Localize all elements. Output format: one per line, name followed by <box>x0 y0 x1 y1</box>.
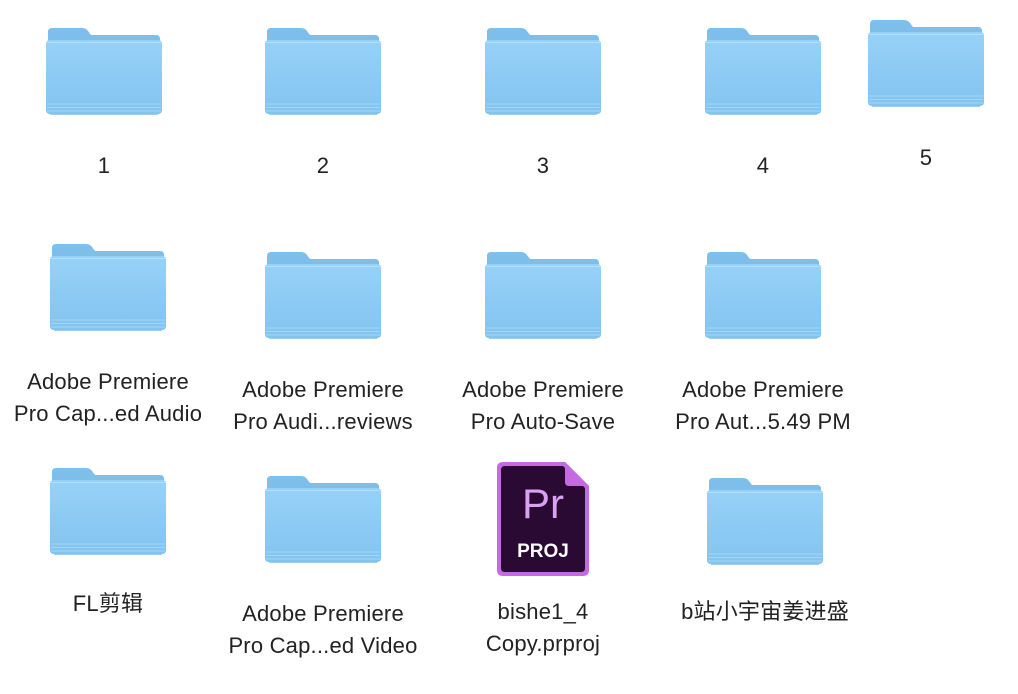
folder-item-auto-save[interactable]: Adobe Premiere Pro Auto-Save <box>433 246 653 446</box>
folder-icon <box>263 22 383 118</box>
file-label: bishe1_4 Copy.prproj <box>485 599 601 656</box>
folder-icon <box>263 246 383 342</box>
folder-label: FL剪辑 <box>72 591 144 616</box>
folder-label: 1 <box>97 153 111 178</box>
folder-label: Adobe Premiere Pro Cap...ed Audio <box>13 369 203 426</box>
folder-label: 5 <box>919 145 933 170</box>
premiere-badge-text: Pr <box>522 480 564 527</box>
folder-item-1[interactable]: 1 <box>0 22 214 192</box>
folder-icon <box>48 462 168 558</box>
folder-item-xiaoyuzhou[interactable]: b站小宇宙姜进盛 <box>655 472 875 642</box>
folder-label: 2 <box>316 153 330 178</box>
folder-item-auto-save-pm[interactable]: Adobe Premiere Pro Aut...5.49 PM <box>653 246 873 446</box>
folder-item-3[interactable]: 3 <box>433 22 653 192</box>
file-item-prproj[interactable]: Pr PROJ bishe1_4 Copy.prproj <box>433 460 653 670</box>
premiere-project-icon: Pr PROJ <box>497 462 589 576</box>
folder-icon <box>44 22 164 118</box>
folder-item-fl[interactable]: FL剪辑 <box>0 462 218 632</box>
folder-icon <box>866 14 986 110</box>
folder-label: Adobe Premiere Pro Aut...5.49 PM <box>675 377 851 434</box>
folder-item-captured-video[interactable]: Adobe Premiere Pro Cap...ed Video <box>213 470 433 680</box>
folder-label: 3 <box>536 153 550 178</box>
folder-icon <box>703 246 823 342</box>
folder-item-audio-previews[interactable]: Adobe Premiere Pro Audi...reviews <box>213 246 433 446</box>
folder-item-5[interactable]: 5 <box>816 14 1018 184</box>
folder-icon <box>48 238 168 334</box>
folder-label: Adobe Premiere Pro Audi...reviews <box>233 377 413 434</box>
folder-label: b站小宇宙姜进盛 <box>681 599 849 624</box>
folder-icon <box>263 470 383 566</box>
folder-label: Adobe Premiere Pro Auto-Save <box>462 377 624 434</box>
premiere-badge-subtext: PROJ <box>517 541 569 562</box>
folder-label: Adobe Premiere Pro Cap...ed Video <box>228 601 418 658</box>
folder-item-captured-audio[interactable]: Adobe Premiere Pro Cap...ed Audio <box>0 238 218 438</box>
folder-icon <box>483 246 603 342</box>
folder-item-2[interactable]: 2 <box>213 22 433 192</box>
folder-icon <box>703 22 823 118</box>
folder-icon <box>705 472 825 568</box>
folder-icon <box>483 22 603 118</box>
